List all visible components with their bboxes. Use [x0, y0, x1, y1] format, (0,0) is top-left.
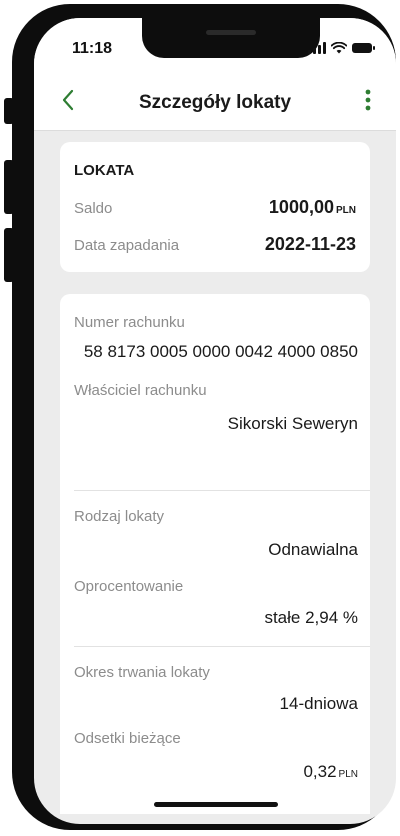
speaker — [206, 30, 256, 35]
status-icons — [308, 42, 375, 54]
deposit-summary-card: LOKATA Saldo 1000,00 PLN Data zapadania 2… — [60, 142, 370, 272]
deposit-type-value: Odnawialna — [268, 540, 358, 559]
due-date-row: Data zapadania 2022-11-23 — [74, 234, 356, 255]
interest-rate-value: stałe 2,94 % — [264, 608, 358, 627]
deposit-details-card: Numer rachunku 58 8173 0005 0000 0042 40… — [60, 294, 370, 814]
page-title: Szczegóły lokaty — [138, 92, 292, 113]
more-options-button[interactable] — [350, 80, 386, 120]
balance-value: 1000,00 PLN — [269, 197, 356, 218]
notch — [142, 18, 320, 58]
owner-label: Właściciel rachunku — [74, 382, 207, 399]
interest-rate-label: Oprocentowanie — [74, 578, 184, 595]
phone-screen: 11:18 Szczegóły lokaty LOKATA Saldo 1000… — [34, 18, 396, 824]
chevron-left-icon — [62, 89, 74, 111]
deposit-type-label: Rodzaj lokaty — [74, 508, 165, 525]
battery-icon — [352, 43, 375, 53]
duration-value: 14-dniowa — [279, 694, 358, 713]
signal-icon — [308, 42, 326, 54]
due-date-label: Data zapadania — [74, 237, 180, 254]
phone-frame: 11:18 Szczegóły lokaty LOKATA Saldo 1000… — [12, 4, 396, 830]
current-interest-currency: PLN — [338, 769, 358, 780]
home-indicator[interactable] — [154, 802, 278, 807]
due-date-value: 2022-11-23 — [264, 234, 356, 254]
status-bar: 11:18 — [34, 18, 396, 72]
owner-value: Sikorski Seweryn — [227, 414, 358, 433]
balance-row: Saldo 1000,00 PLN — [74, 197, 356, 218]
back-button[interactable] — [48, 80, 88, 120]
divider — [74, 646, 370, 647]
section-title: LOKATA — [74, 162, 135, 179]
current-interest-amount: 0,32 — [303, 762, 337, 781]
account-number-label: Numer rachunku — [74, 314, 185, 331]
balance-label: Saldo — [74, 200, 113, 217]
balance-amount: 1000,00 — [268, 197, 334, 217]
app-header: Szczegóły lokaty — [34, 72, 396, 131]
account-number-value: 58 8173 0005 0000 0042 4000 0850 — [83, 342, 358, 361]
balance-currency: PLN — [336, 205, 356, 216]
status-time: 11:18 — [72, 40, 113, 57]
divider — [74, 490, 370, 491]
wifi-icon — [331, 42, 347, 54]
current-interest-label: Odsetki bieżące — [74, 730, 181, 747]
duration-label: Okres trwania lokaty — [74, 664, 210, 681]
more-vertical-icon — [365, 89, 371, 111]
current-interest-value: 0,32 PLN — [303, 762, 358, 782]
